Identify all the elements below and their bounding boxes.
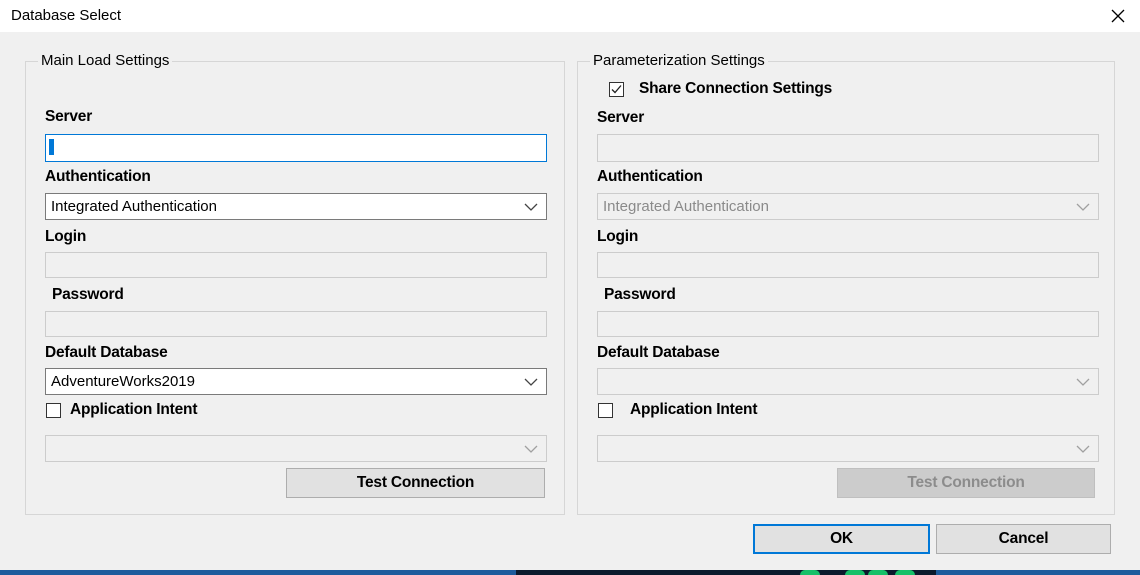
close-icon bbox=[1111, 9, 1125, 23]
param-authentication-label: Authentication bbox=[597, 168, 703, 185]
param-application-intent-select[interactable] bbox=[597, 435, 1099, 462]
param-password-label: Password bbox=[604, 286, 676, 303]
title-bar: Database Select bbox=[0, 0, 1140, 32]
param-application-intent-label: Application Intent bbox=[630, 401, 758, 418]
chevron-down-icon bbox=[1076, 203, 1090, 211]
share-connection-settings-checkbox[interactable] bbox=[609, 82, 624, 97]
taskbar-edge bbox=[0, 570, 1140, 575]
chevron-down-icon bbox=[524, 445, 538, 453]
share-connection-settings-label: Share Connection Settings bbox=[639, 80, 833, 97]
main-authentication-label: Authentication bbox=[45, 168, 151, 185]
param-authentication-value: Integrated Authentication bbox=[603, 198, 769, 215]
param-authentication-select[interactable]: Integrated Authentication bbox=[597, 193, 1099, 220]
param-test-connection-button[interactable]: Test Connection bbox=[837, 468, 1095, 498]
cancel-button[interactable]: Cancel bbox=[936, 524, 1111, 554]
taskbar-green-mark bbox=[845, 570, 865, 575]
main-password-input[interactable] bbox=[45, 311, 547, 337]
ok-button[interactable]: OK bbox=[753, 524, 930, 554]
chevron-down-icon bbox=[524, 203, 538, 211]
main-default-database-select[interactable]: AdventureWorks2019 bbox=[45, 368, 547, 395]
param-password-input[interactable] bbox=[597, 311, 1099, 337]
dialog-body: Main Load Settings Server Authentication… bbox=[0, 32, 1140, 570]
main-authentication-value: Integrated Authentication bbox=[51, 198, 217, 215]
main-application-intent-select[interactable] bbox=[45, 435, 547, 462]
text-cursor bbox=[49, 139, 54, 155]
param-server-input[interactable] bbox=[597, 134, 1099, 162]
main-login-input[interactable] bbox=[45, 252, 547, 278]
chevron-down-icon bbox=[1076, 378, 1090, 386]
param-login-label: Login bbox=[597, 228, 639, 245]
param-default-database-label: Default Database bbox=[597, 344, 720, 361]
taskbar-green-mark bbox=[895, 570, 915, 575]
param-application-intent-checkbox[interactable] bbox=[598, 403, 613, 418]
window-title: Database Select bbox=[11, 7, 122, 24]
param-server-label: Server bbox=[597, 109, 645, 126]
main-default-database-label: Default Database bbox=[45, 344, 168, 361]
param-default-database-select[interactable] bbox=[597, 368, 1099, 395]
chevron-down-icon bbox=[1076, 445, 1090, 453]
param-login-input[interactable] bbox=[597, 252, 1099, 278]
chevron-down-icon bbox=[524, 378, 538, 386]
main-load-settings-legend: Main Load Settings bbox=[38, 52, 173, 70]
main-default-database-value: AdventureWorks2019 bbox=[51, 373, 195, 390]
main-application-intent-label: Application Intent bbox=[70, 401, 198, 418]
main-server-input[interactable] bbox=[45, 134, 547, 162]
main-application-intent-checkbox[interactable] bbox=[46, 403, 61, 418]
main-authentication-select[interactable]: Integrated Authentication bbox=[45, 193, 547, 220]
parameterization-settings-legend: Parameterization Settings bbox=[590, 52, 768, 70]
main-server-label: Server bbox=[45, 108, 93, 125]
main-login-label: Login bbox=[45, 228, 87, 245]
main-test-connection-button[interactable]: Test Connection bbox=[286, 468, 545, 498]
main-password-label: Password bbox=[52, 286, 124, 303]
checkmark-icon bbox=[611, 85, 622, 94]
close-button[interactable] bbox=[1096, 0, 1140, 32]
taskbar-green-mark bbox=[800, 570, 820, 575]
taskbar-green-mark bbox=[868, 570, 888, 575]
